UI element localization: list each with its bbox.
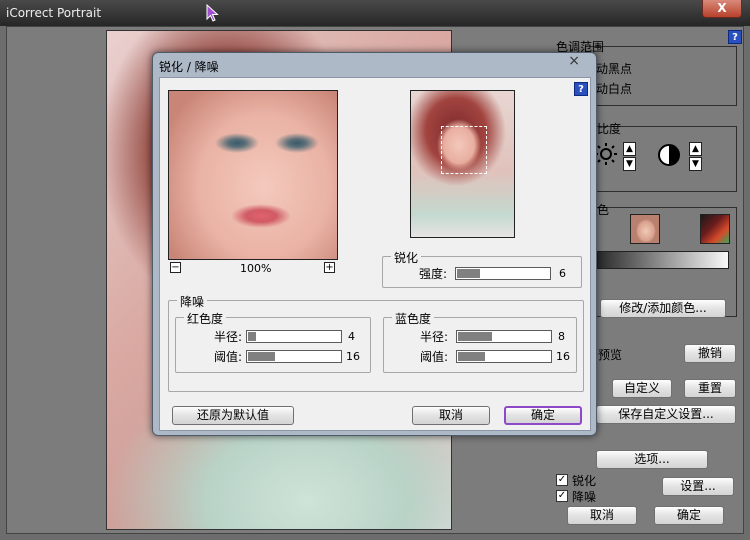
settings-button[interactable]: 设置... bbox=[662, 477, 734, 496]
blue-threshold-slider[interactable] bbox=[456, 350, 552, 363]
brightness-down-icon[interactable]: ▼ bbox=[623, 157, 636, 171]
red-threshold-value: 16 bbox=[346, 350, 360, 363]
auto-black-point-label[interactable]: 动黑点 bbox=[596, 60, 632, 77]
contrast-up-icon[interactable]: ▲ bbox=[689, 142, 702, 156]
undo-button[interactable]: 撤销 bbox=[684, 344, 736, 363]
red-radius-fill bbox=[248, 332, 256, 341]
color-title: 色 bbox=[597, 203, 610, 217]
preview-label[interactable]: 预览 bbox=[598, 346, 622, 363]
color-picker-swatch[interactable] bbox=[700, 214, 730, 244]
blue-radius-value: 8 bbox=[558, 330, 565, 343]
main-cancel-button[interactable]: 取消 bbox=[567, 506, 637, 525]
blue-radius-label: 半径: bbox=[420, 330, 449, 344]
red-radius-slider[interactable] bbox=[246, 330, 342, 343]
sharpen-checkbox[interactable]: ✓ bbox=[556, 474, 568, 486]
sharpen-denoise-dialog: 锐化 / 降噪 × − 100% + ? 锐化 强度: 6 降噪 红色度 半径: bbox=[152, 52, 597, 436]
blue-threshold-label: 阈值: bbox=[420, 350, 449, 364]
app-titlebar: iCorrect Portrait X bbox=[0, 0, 750, 26]
navigator-selection-box[interactable] bbox=[441, 126, 487, 174]
custom-button[interactable]: 自定义 bbox=[612, 379, 672, 398]
blue-threshold-value: 16 bbox=[556, 350, 570, 363]
red-chroma-title: 红色度 bbox=[184, 310, 227, 327]
red-threshold-slider[interactable] bbox=[246, 350, 342, 363]
zoom-out-icon[interactable]: − bbox=[170, 262, 181, 273]
dialog-close-icon[interactable]: × bbox=[568, 53, 580, 69]
red-chroma-group: 红色度 半径: 4 阈值: 16 bbox=[175, 310, 371, 373]
brightness-up-icon[interactable]: ▲ bbox=[623, 142, 636, 156]
sharpen-group-title: 锐化 bbox=[391, 249, 422, 266]
skin-swatch[interactable] bbox=[630, 214, 660, 244]
red-threshold-label: 阈值: bbox=[214, 350, 243, 364]
zoomed-preview[interactable] bbox=[168, 90, 338, 260]
strength-fill bbox=[457, 269, 480, 278]
denoise-group-title: 降噪 bbox=[177, 293, 208, 310]
sharpen-group: 锐化 强度: 6 bbox=[382, 249, 582, 288]
main-ok-button[interactable]: 确定 bbox=[654, 506, 724, 525]
strength-label: 强度: bbox=[419, 267, 448, 281]
contrast-icon bbox=[658, 144, 680, 166]
dialog-client: − 100% + ? 锐化 强度: 6 降噪 红色度 半径: 4 阈值: 16 … bbox=[159, 77, 591, 431]
blue-threshold-fill bbox=[458, 352, 486, 361]
save-custom-settings-button[interactable]: 保存自定义设置... bbox=[596, 405, 736, 424]
auto-white-point-label[interactable]: 动白点 bbox=[596, 80, 632, 97]
zoom-in-icon[interactable]: + bbox=[324, 262, 335, 273]
blue-radius-slider[interactable] bbox=[456, 330, 552, 343]
edit-add-color-button[interactable]: 修改/添加颜色... bbox=[600, 299, 726, 318]
dialog-cancel-button[interactable]: 取消 bbox=[412, 406, 490, 425]
red-radius-label: 半径: bbox=[214, 330, 243, 344]
sharpen-checkbox-label: 锐化 bbox=[572, 474, 597, 488]
zoom-level: 100% bbox=[240, 262, 272, 275]
denoise-group: 降噪 红色度 半径: 4 阈值: 16 蓝色度 半径: 8 阈值: 16 bbox=[168, 293, 584, 392]
denoise-checkbox[interactable]: ✓ bbox=[556, 490, 568, 502]
app-title: iCorrect Portrait bbox=[6, 6, 102, 20]
strength-value: 6 bbox=[559, 267, 566, 280]
red-threshold-fill bbox=[248, 352, 276, 361]
dialog-ok-button[interactable]: 确定 bbox=[504, 406, 582, 425]
window-close-button[interactable]: X bbox=[702, 0, 742, 18]
options-button[interactable]: 选项... bbox=[596, 450, 708, 469]
brightness-icon bbox=[595, 143, 617, 165]
reset-default-button[interactable]: 还原为默认值 bbox=[172, 406, 294, 425]
contrast-down-icon[interactable]: ▼ bbox=[689, 157, 702, 171]
blue-chroma-title: 蓝色度 bbox=[392, 310, 435, 327]
help-icon[interactable]: ? bbox=[728, 30, 742, 44]
reset-button[interactable]: 重置 bbox=[684, 379, 736, 398]
blue-radius-fill bbox=[458, 332, 493, 341]
contrast-title: 比度 bbox=[597, 122, 622, 136]
mouse-cursor-icon bbox=[206, 4, 219, 22]
dialog-help-icon[interactable]: ? bbox=[574, 82, 588, 96]
blue-chroma-group: 蓝色度 半径: 8 阈值: 16 bbox=[383, 310, 577, 373]
dialog-title: 锐化 / 降噪 bbox=[159, 60, 219, 74]
red-radius-value: 4 bbox=[348, 330, 355, 343]
strength-slider[interactable] bbox=[455, 267, 551, 280]
tone-gradient-bar bbox=[597, 251, 729, 269]
denoise-checkbox-label: 降噪 bbox=[572, 490, 597, 504]
